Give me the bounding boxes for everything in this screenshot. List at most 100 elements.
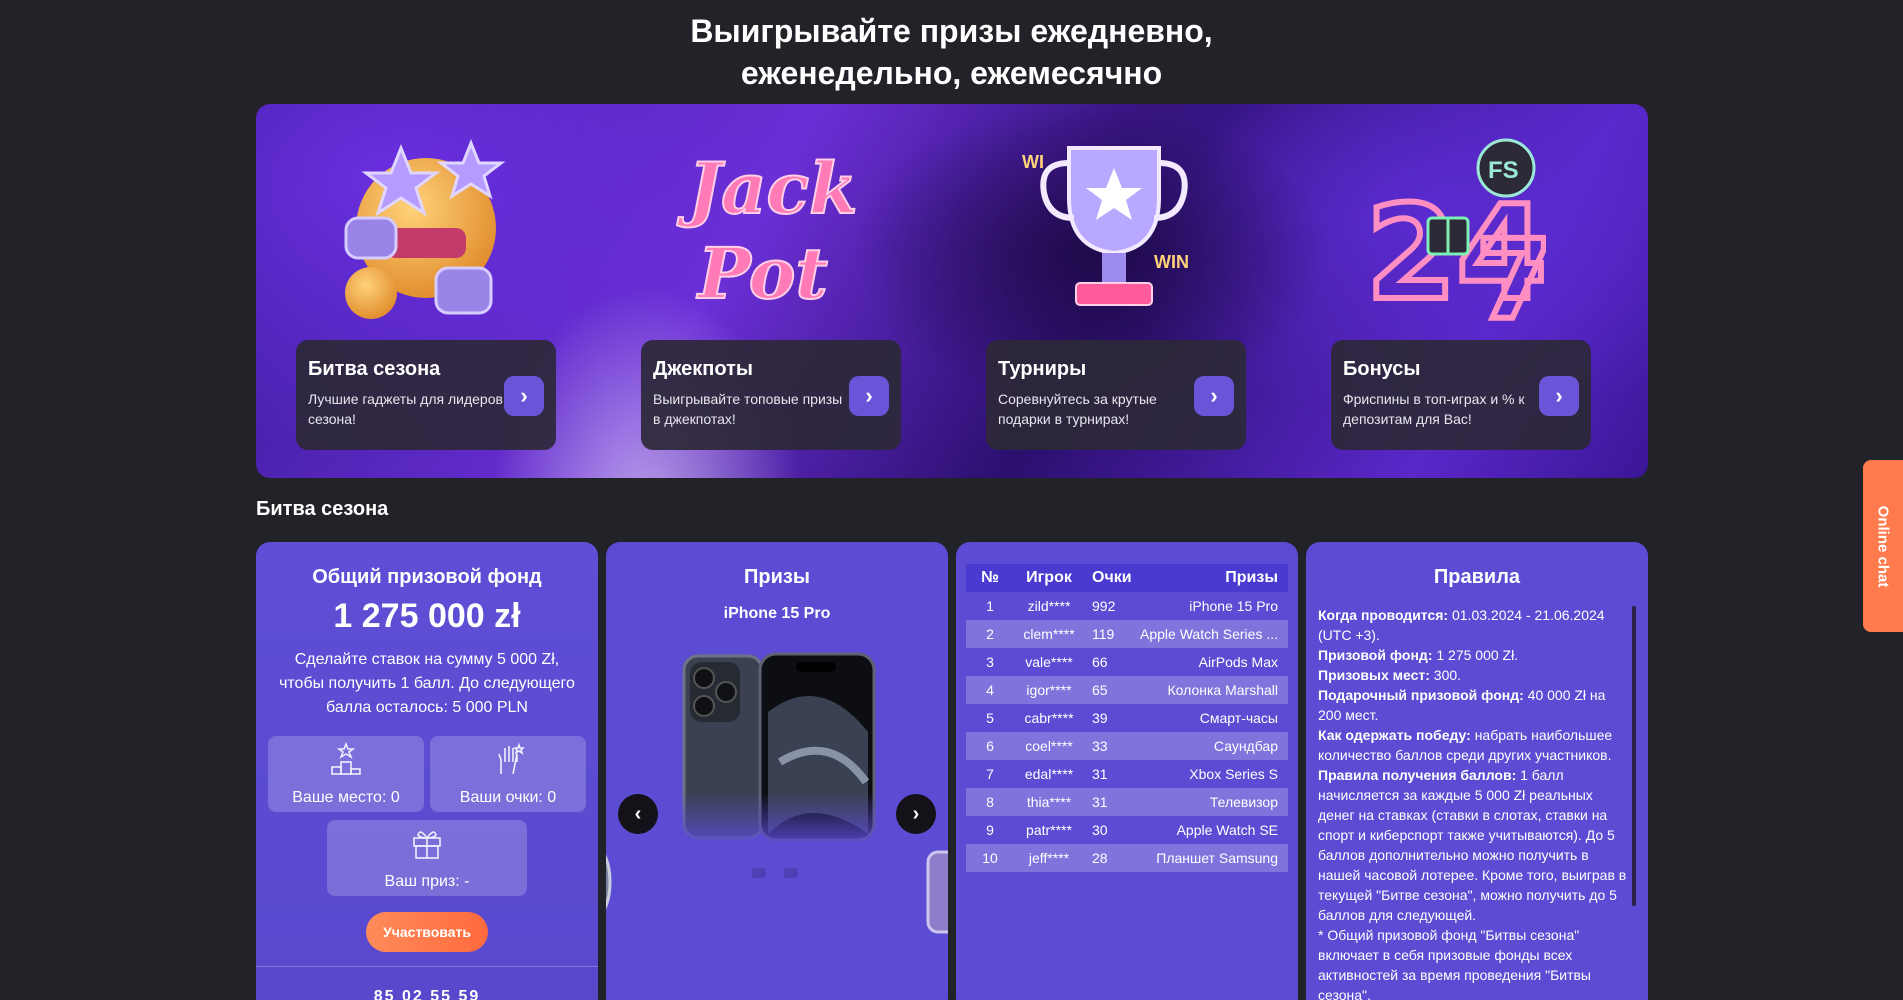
row-prize: AirPods Max xyxy=(1198,654,1278,670)
col-points: Очки xyxy=(1084,564,1132,592)
next-prize-image xyxy=(926,850,948,934)
row-points: 33 xyxy=(1084,732,1132,760)
carousel-dot[interactable] xyxy=(784,868,798,878)
row-points: 30 xyxy=(1092,822,1108,838)
row-prize: iPhone 15 Pro xyxy=(1189,598,1278,614)
your-place-box: Ваше место: 0 xyxy=(268,736,424,812)
emoji-stars-thumbs-up-icon xyxy=(344,138,506,319)
jackpot-neon-icon: Jack Pot xyxy=(676,146,858,316)
row-player: cabr**** xyxy=(1024,710,1074,726)
row-points: 31 xyxy=(1092,766,1108,782)
svg-text:Jack: Jack xyxy=(677,147,858,230)
next-prize-button[interactable]: › xyxy=(896,794,936,834)
prev-prize-button[interactable]: ‹ xyxy=(618,794,658,834)
rule-item: Когда проводится: 01.03.2024 - 21.06.202… xyxy=(1318,605,1630,645)
rules-text: Когда проводится: 01.03.2024 - 21.06.202… xyxy=(1318,605,1630,1000)
join-button[interactable]: Участвовать xyxy=(366,912,488,952)
row-points: 119 xyxy=(1084,620,1132,648)
row-points: 28 xyxy=(1084,844,1132,872)
row-no: 5 xyxy=(986,710,994,726)
row-player: edal**** xyxy=(1024,766,1074,782)
promo-card-desc: Фриспины в топ-играх и % к депозитам для… xyxy=(1343,391,1525,427)
row-player: zild**** xyxy=(1027,598,1071,614)
table-row: 4 igor**** 65 Колонка Marshall xyxy=(966,676,1288,704)
rule-label: Когда проводится: xyxy=(1318,607,1449,623)
row-prize: Apple Watch Series ... xyxy=(1131,620,1288,648)
your-prize-label: Ваш приз: - xyxy=(384,873,470,890)
prize-fund-amount: 1 275 000 zł xyxy=(333,597,521,635)
row-no: 10 xyxy=(966,844,1014,872)
promo-card-season-battle[interactable]: Битва сезона Лучшие гаджеты для лидеров … xyxy=(296,340,556,450)
row-prize: Смарт-часы xyxy=(1199,710,1278,726)
col-no: № xyxy=(966,564,1014,592)
table-row: 2 clem**** 119 Apple Watch Series ... xyxy=(966,620,1288,648)
row-prize: Apple Watch SE xyxy=(1176,822,1278,838)
rule-text: 300. xyxy=(1429,667,1462,683)
prev-prize-image xyxy=(606,854,612,910)
chevron-right-icon[interactable]: › xyxy=(1539,376,1579,416)
table-row: 7 edal**** 31 Xbox Series S xyxy=(966,760,1288,788)
rule-item: Призовой фонд: 1 275 000 Zł. xyxy=(1318,645,1630,665)
row-no: 1 xyxy=(986,598,994,614)
col-prize: Призы xyxy=(1131,564,1288,592)
online-chat-label: Online chat xyxy=(1874,505,1892,587)
promo-banner: Jack Pot WI WIN 24 7 FS Битва сезона Луч… xyxy=(256,104,1648,478)
table-row: 6 coel**** 33 Саундбар xyxy=(966,732,1288,760)
svg-text:WI: WI xyxy=(1022,152,1044,172)
rule-text: 1 275 000 Zł. xyxy=(1432,647,1519,663)
row-no: 4 xyxy=(966,676,1014,704)
your-prize-box: Ваш приз: - xyxy=(327,820,527,896)
carousel-dot[interactable] xyxy=(752,868,766,878)
promo-card-desc: Лучшие гаджеты для лидеров сезона! xyxy=(308,391,503,427)
row-points: 65 xyxy=(1084,676,1132,704)
prizes-panel: Призы iPhone 15 Pro ‹ › xyxy=(606,542,948,1000)
rule-label: Призовых мест: xyxy=(1318,667,1430,683)
chevron-right-icon[interactable]: › xyxy=(1194,376,1234,416)
rule-text: 1 балл начисляется за каждые 5 000 Zł ре… xyxy=(1318,767,1627,923)
rule-item: Подарочный призовой фонд: 40 000 Zł на 2… xyxy=(1318,685,1630,725)
divider xyxy=(256,966,598,967)
rule-text: * Общий призовой фонд "Битвы сезона" вкл… xyxy=(1318,927,1591,1000)
chevron-right-icon[interactable]: › xyxy=(849,376,889,416)
chevron-right-icon: › xyxy=(912,802,920,825)
chevron-right-icon[interactable]: › xyxy=(504,376,544,416)
your-points-box: Ваши очки: 0 xyxy=(430,736,586,812)
rule-label: Подарочный призовой фонд: xyxy=(1318,687,1524,703)
section-title: Битва сезона xyxy=(256,498,389,520)
your-points-label: Ваши очки: 0 xyxy=(459,789,557,806)
promo-card-bonuses[interactable]: Бонусы Фриспины в топ-играх и % к депози… xyxy=(1331,340,1591,450)
row-player: thia**** xyxy=(1014,788,1084,816)
panel-title: Правила xyxy=(1433,566,1521,588)
hand-points-icon xyxy=(430,742,586,785)
row-player: vale**** xyxy=(1025,654,1073,670)
table-row: 8 thia**** 31 Телевизор xyxy=(966,788,1288,816)
online-chat-button[interactable]: Online chat xyxy=(1863,460,1903,632)
row-no: 7 xyxy=(986,766,994,782)
svg-text:7: 7 xyxy=(1476,216,1546,328)
rule-item: * Общий призовой фонд "Битвы сезона" вкл… xyxy=(1318,925,1630,1000)
row-prize: Саундбар xyxy=(1131,732,1288,760)
promo-card-tournaments[interactable]: Турниры Соревнуйтесь за крутые подарки в… xyxy=(986,340,1246,450)
image-fade xyxy=(666,792,886,852)
rules-panel: Правила Когда проводится: 01.03.2024 - 2… xyxy=(1306,542,1648,1000)
page-title: Выигрывайте призы ежедневно, еженедельно… xyxy=(690,13,1213,91)
row-prize: Телевизор xyxy=(1131,788,1288,816)
rule-label: Правила получения баллов: xyxy=(1318,767,1517,783)
gift-icon xyxy=(327,826,527,869)
rule-item: Как одержать победу: набрать наибольшее … xyxy=(1318,725,1630,765)
points-note: Сделайте ставок на сумму 5 000 Zł, чтобы… xyxy=(279,651,575,716)
table-row: 5 cabr**** 39 Смарт-часы xyxy=(966,704,1288,732)
table-row: 9 patr**** 30 Apple Watch SE xyxy=(966,816,1288,844)
svg-text:WIN: WIN xyxy=(1154,252,1189,272)
row-no: 2 xyxy=(966,620,1014,648)
rules-scrollbar[interactable] xyxy=(1632,606,1636,906)
promo-card-jackpots[interactable]: Джекпоты Выигрывайте топовые призы в дже… xyxy=(641,340,901,450)
row-no: 8 xyxy=(966,788,1014,816)
row-prize: Планшет Samsung xyxy=(1131,844,1288,872)
row-points: 66 xyxy=(1092,654,1108,670)
row-no: 9 xyxy=(986,822,994,838)
rule-item: Призовых мест: 300. xyxy=(1318,665,1630,685)
svg-text:Pot: Pot xyxy=(696,232,828,315)
row-points: 39 xyxy=(1092,710,1108,726)
promo-card-desc: Соревнуйтесь за крутые подарки в турнира… xyxy=(998,391,1157,427)
